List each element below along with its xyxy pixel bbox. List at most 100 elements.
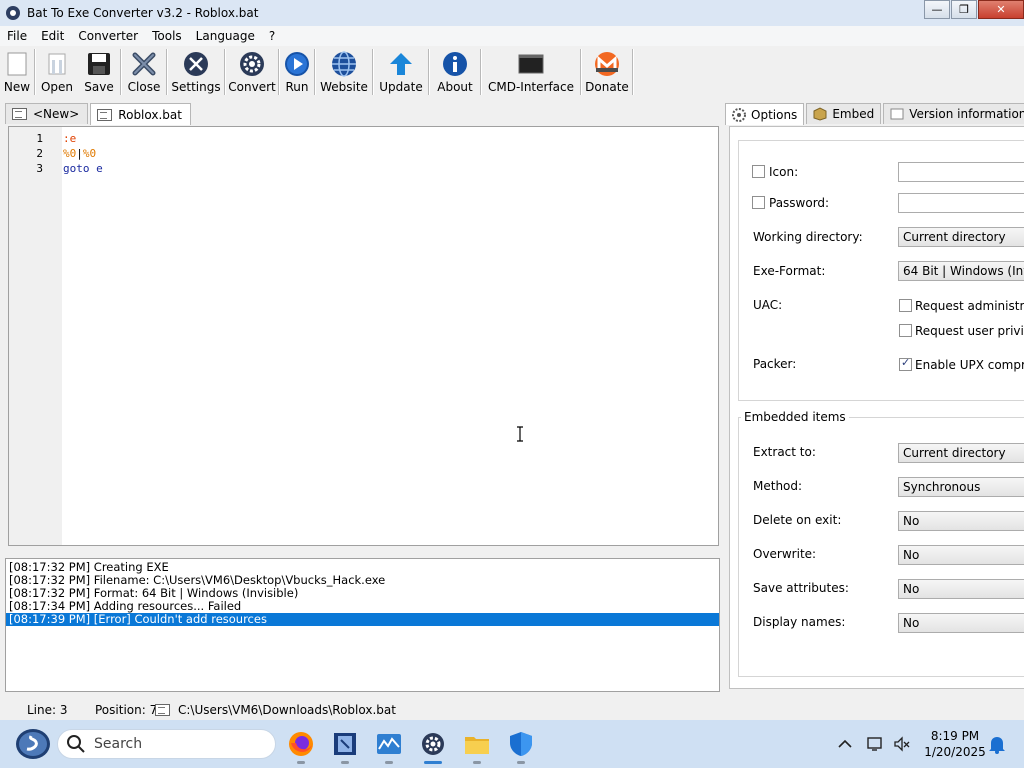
tray-overflow-button[interactable] xyxy=(831,730,859,758)
defender-taskbar-button[interactable] xyxy=(507,730,535,758)
close-window-button[interactable]: ✕ xyxy=(978,0,1024,19)
run-button[interactable]: Run xyxy=(280,46,314,96)
document-icon xyxy=(155,704,170,716)
donate-label: Donate xyxy=(585,80,629,94)
menu-file[interactable]: File xyxy=(0,29,34,43)
minimize-button[interactable]: — xyxy=(924,0,950,19)
running-indicator xyxy=(473,761,481,764)
code-line: 1 :e xyxy=(9,131,718,146)
code-line: 2 %0|%0 xyxy=(9,146,718,161)
menu-language[interactable]: Language xyxy=(189,29,262,43)
tab-options[interactable]: Options xyxy=(725,103,805,125)
options-panel: Icon: Password: Working directory: Curre… xyxy=(729,126,1024,689)
exe-format-select[interactable]: 64 Bit | Windows (Inv xyxy=(898,261,1024,281)
save-button[interactable]: Save xyxy=(78,46,120,96)
bell-icon xyxy=(989,737,1005,754)
running-indicator xyxy=(341,761,349,764)
uac-admin-label: Request administra xyxy=(915,299,1024,313)
monero-icon xyxy=(593,50,621,78)
method-label: Method: xyxy=(753,479,803,493)
about-button[interactable]: About xyxy=(430,46,480,96)
app-window-icon xyxy=(334,733,356,755)
display-names-select[interactable]: No xyxy=(898,613,1024,633)
password-field[interactable] xyxy=(898,193,1024,213)
toolbar-separator xyxy=(632,49,634,95)
gear-icon xyxy=(422,733,444,755)
firefox-icon xyxy=(289,732,313,756)
network-tray-button[interactable] xyxy=(862,730,890,758)
delete-on-exit-label: Delete on exit: xyxy=(753,513,842,527)
task-monitor-icon xyxy=(377,734,401,754)
new-icon xyxy=(3,50,31,78)
output-log[interactable]: [08:17:32 PM] Creating EXE [08:17:32 PM]… xyxy=(5,558,720,692)
menu-converter[interactable]: Converter xyxy=(71,29,145,43)
cmd-interface-button[interactable]: CMD-Interface xyxy=(482,46,580,96)
tab-roblox-bat[interactable]: Roblox.bat xyxy=(90,103,191,125)
embedded-items-title: Embedded items xyxy=(741,410,849,424)
uac-label: UAC: xyxy=(753,298,783,312)
tab-version-label: Version information xyxy=(909,107,1024,121)
version-icon xyxy=(890,108,904,120)
start-button[interactable] xyxy=(14,728,52,760)
password-checkbox[interactable] xyxy=(752,196,765,209)
overwrite-select[interactable]: No xyxy=(898,545,1024,565)
play-icon xyxy=(283,50,311,78)
console-icon xyxy=(517,50,545,78)
tab-embed-label: Embed xyxy=(832,107,875,121)
active-indicator xyxy=(424,761,442,764)
menu-help[interactable]: ? xyxy=(262,29,282,43)
notifications-button[interactable] xyxy=(983,730,1011,758)
update-label: Update xyxy=(379,80,423,94)
upx-checkbox[interactable] xyxy=(899,356,912,371)
line-number-gutter xyxy=(9,127,62,545)
convert-button[interactable]: Convert xyxy=(226,46,278,96)
close-button[interactable]: Close xyxy=(122,46,166,96)
file-explorer-taskbar-button[interactable] xyxy=(463,730,491,758)
tab-new[interactable]: <New> xyxy=(5,103,89,124)
tab-embed[interactable]: Embed xyxy=(806,103,882,124)
terminal-taskbar-button[interactable] xyxy=(331,730,359,758)
run-label: Run xyxy=(285,80,309,94)
menu-tools[interactable]: Tools xyxy=(145,29,189,43)
bat-converter-taskbar-button[interactable] xyxy=(419,730,447,758)
uac-user-label: Request user privile xyxy=(915,324,1024,338)
monitor-taskbar-button[interactable] xyxy=(375,730,403,758)
method-select[interactable]: Synchronous xyxy=(898,477,1024,497)
settings-button[interactable]: Settings xyxy=(168,46,224,96)
log-line-error[interactable]: [08:17:39 PM] [Error] Couldn't add resou… xyxy=(6,613,719,626)
uac-user-checkbox[interactable] xyxy=(899,324,912,337)
uac-admin-checkbox[interactable] xyxy=(899,299,912,312)
website-button[interactable]: Website xyxy=(316,46,372,96)
shield-icon xyxy=(510,732,532,756)
code-editor[interactable]: 1 :e 2 %0|%0 3 goto e xyxy=(8,126,719,546)
running-indicator xyxy=(297,761,305,764)
clock-time: 8:19 PM xyxy=(930,729,980,743)
network-icon xyxy=(867,737,882,751)
code-line: 3 goto e xyxy=(9,161,718,176)
password-label: Password: xyxy=(769,196,830,210)
taskbar: Search 8:19 PM 1/20/2025 xyxy=(0,720,1024,768)
icon-checkbox[interactable] xyxy=(752,165,765,178)
working-directory-label: Working directory: xyxy=(753,230,863,244)
tray-clock[interactable]: 8:19 PM 1/20/2025 xyxy=(920,728,990,760)
extract-to-select[interactable]: Current directory xyxy=(898,443,1024,463)
taskbar-search[interactable]: Search xyxy=(57,729,276,759)
save-attributes-select[interactable]: No xyxy=(898,579,1024,599)
donate-button[interactable]: Donate xyxy=(582,46,632,96)
document-icon xyxy=(97,108,113,121)
delete-on-exit-select[interactable]: No xyxy=(898,511,1024,531)
icon-path-field[interactable] xyxy=(898,162,1024,182)
working-directory-select[interactable]: Current directory xyxy=(898,227,1024,247)
code-text: goto e xyxy=(63,162,103,175)
tab-version-information[interactable]: Version information xyxy=(883,103,1024,124)
new-button[interactable]: New xyxy=(0,46,34,96)
volume-tray-button[interactable] xyxy=(888,730,916,758)
line-number: 1 xyxy=(36,132,43,145)
firefox-taskbar-button[interactable] xyxy=(287,730,315,758)
menu-edit[interactable]: Edit xyxy=(34,29,71,43)
start-logo-icon xyxy=(16,729,50,759)
open-button[interactable]: Open xyxy=(36,46,78,96)
update-button[interactable]: Update xyxy=(374,46,428,96)
maximize-button[interactable]: ❐ xyxy=(951,0,977,19)
close-x-icon xyxy=(130,50,158,78)
